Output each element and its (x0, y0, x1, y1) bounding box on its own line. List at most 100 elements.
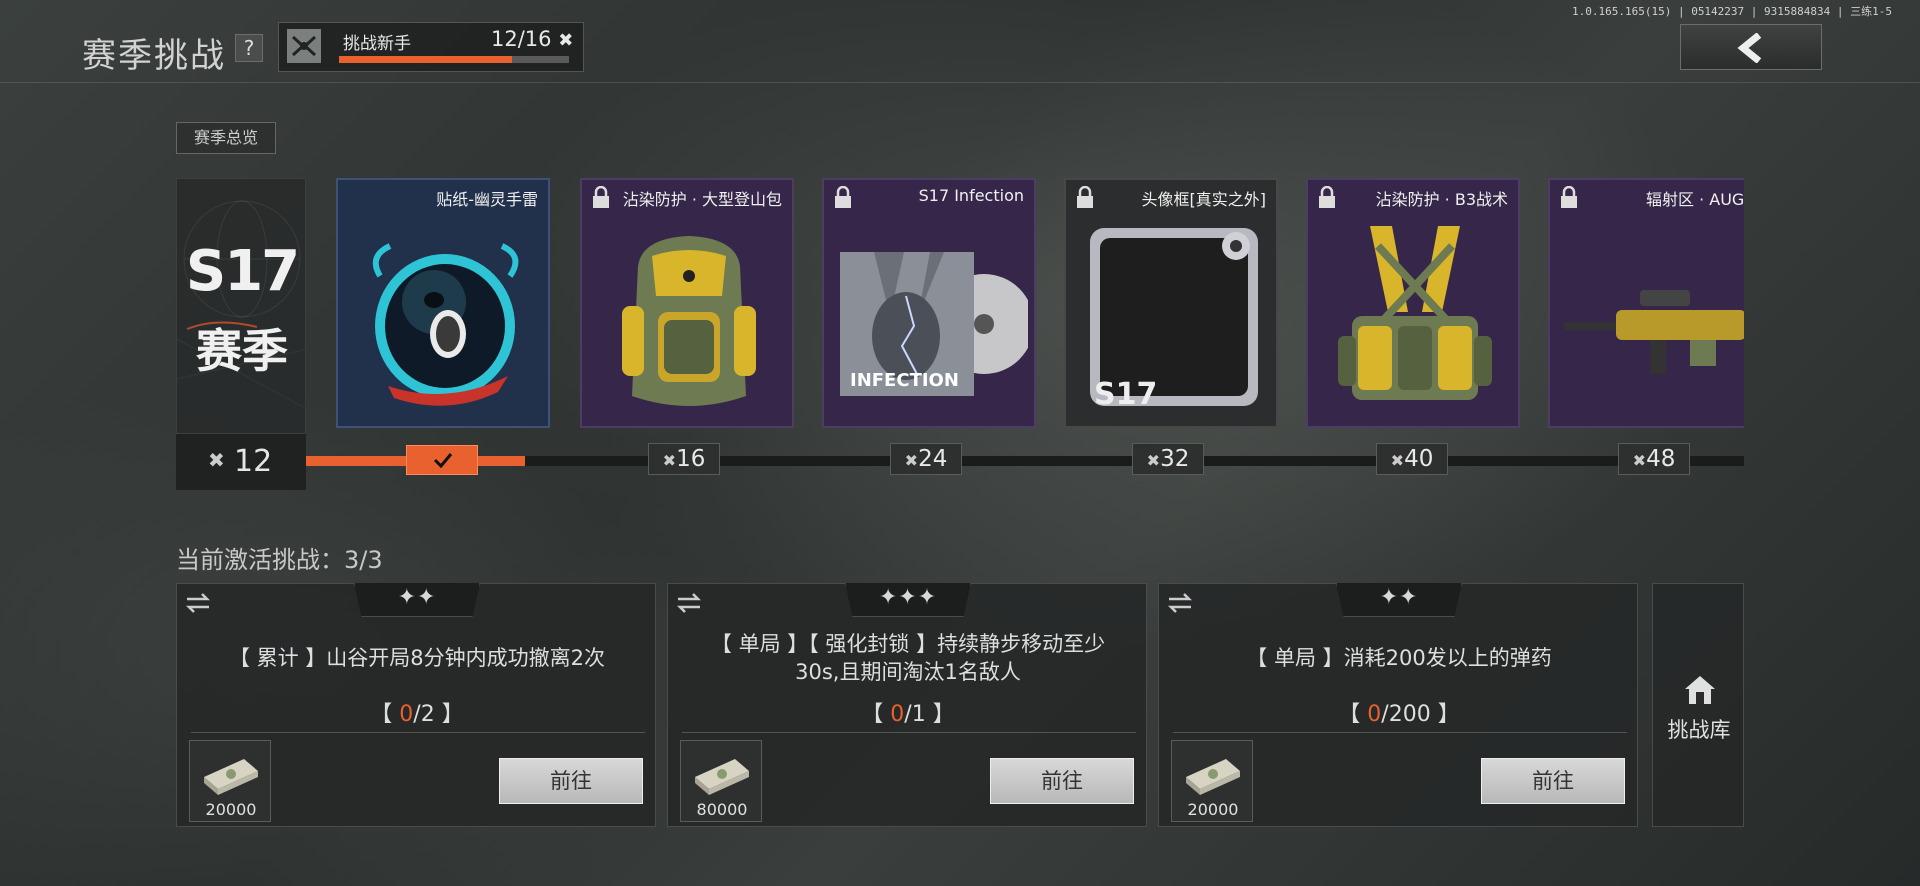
version-text: 1.0.165.165(15) | 05142237 | 9315884834 … (1571, 5, 1892, 18)
card-divider (682, 732, 1136, 733)
progress-rest: /200 】 (1381, 702, 1460, 727)
star-mark-icon: ✖ (662, 451, 677, 470)
header-divider (0, 82, 1920, 83)
go-button[interactable]: 前往 (990, 758, 1134, 804)
lock-icon (835, 186, 851, 208)
rank-progress-bar (339, 56, 569, 63)
card-divider (1173, 732, 1627, 733)
difficulty-stars: ✦✦ (354, 583, 480, 617)
milestone-value: 24 (918, 446, 948, 472)
reward-card-aug[interactable]: 辐射区 · AUG (1548, 178, 1744, 428)
swap-icon[interactable] (185, 592, 211, 614)
milestone-value: 32 (1160, 446, 1190, 472)
go-button[interactable]: 前往 (1481, 758, 1625, 804)
season-overview-tab[interactable]: 赛季总览 (176, 122, 276, 154)
infection-album-icon: INFECTION (840, 252, 1028, 396)
milestone-16: ✖16 (648, 443, 720, 475)
reward-name: 辐射区 · AUG (1646, 190, 1744, 209)
rank-progress-panel[interactable]: 挑战新手 12/16 ✖ (278, 22, 584, 72)
challenge-card: ✦✦ 【 累计 】山谷开局8分钟内成功撤离2次 【 0/2 】 20000 前往 (176, 583, 656, 827)
rank-badge-icon (287, 29, 321, 63)
home-icon (1685, 676, 1715, 704)
backpack-icon (622, 236, 756, 406)
season-count-value: 12 (234, 444, 273, 479)
challenge-description: 【 单局 】【 强化封锁 】持续静步移动至少30s,且期间淘汰1名敌人 (710, 632, 1106, 684)
challenge-description: 【 单局 】消耗200发以上的弹药 (1246, 646, 1552, 670)
progress-current: 0 (399, 702, 414, 727)
progress-open: 【 (1338, 702, 1368, 727)
back-button[interactable] (1680, 24, 1822, 70)
checkmark-icon (433, 453, 453, 468)
swap-icon[interactable] (676, 592, 702, 614)
star-mark-icon: ✖ (558, 30, 574, 51)
season-panel: S17 赛季 (176, 178, 306, 434)
milestone-32: ✖32 (1132, 443, 1204, 475)
reward-name: 沾染防护 · B3战术 (1375, 190, 1508, 209)
progress-current: 0 (890, 702, 905, 727)
cash-reward: 20000 (189, 740, 271, 822)
reward-progress-track (306, 456, 1744, 466)
cash-amount: 20000 (1187, 800, 1239, 819)
milestone-48: ✖48 (1618, 443, 1690, 475)
reward-name: 贴纸-幽灵手雷 (436, 190, 538, 209)
star-mark-icon: ✖ (208, 448, 225, 472)
reward-card-sticker[interactable]: 贴纸-幽灵手雷 (336, 178, 550, 428)
cash-reward: 20000 (1171, 740, 1253, 822)
milestone-24: ✖24 (890, 443, 962, 475)
go-button[interactable]: 前往 (499, 758, 643, 804)
difficulty-stars: ✦✦ (1336, 583, 1462, 617)
reward-name: 沾染防护 · 大型登山包 (622, 190, 782, 209)
rank-name: 挑战新手 (343, 34, 411, 54)
star-mark-icon: ✖ (1390, 451, 1405, 470)
progress-open: 【 (370, 702, 400, 727)
challenge-library-label: 挑战库 (1667, 718, 1731, 742)
lock-icon (1077, 186, 1093, 208)
active-challenges-label: 当前激活挑战：3/3 (176, 546, 383, 574)
challenge-card: ✦✦ 【 单局 】消耗200发以上的弹药 【 0/200 】 20000 前往 (1158, 583, 1638, 827)
challenge-description: 【 累计 】山谷开局8分钟内成功撤离2次 (228, 646, 606, 670)
season-code: S17 (185, 239, 300, 304)
help-button[interactable]: ? (235, 34, 263, 62)
lock-icon (1561, 186, 1577, 208)
cash-amount: 80000 (696, 800, 748, 819)
card-divider (191, 732, 645, 733)
reward-card-avatar-frame[interactable]: 头像框[真实之外] S17 (1064, 178, 1278, 428)
cash-stack-icon (695, 759, 749, 795)
difficulty-stars: ✦✦✦ (845, 583, 971, 617)
reward-card-tactical-vest[interactable]: 沾染防护 · B3战术 (1306, 178, 1520, 428)
rank-progress-value: 12/16 (491, 27, 552, 51)
challenge-progress: 【 0/200 】 (1159, 696, 1639, 728)
rank-progress-text: 12/16 ✖ (491, 27, 573, 51)
milestone-claimed[interactable] (406, 445, 478, 475)
progress-rest: /1 】 (904, 702, 955, 727)
star-mark-icon: ✖ (1632, 451, 1647, 470)
avatar-frame-icon: S17 (1090, 228, 1258, 412)
challenge-card: ✦✦✦ 【 单局 】【 强化封锁 】持续静步移动至少30s,且期间淘汰1名敌人 … (667, 583, 1147, 827)
challenge-progress: 【 0/2 】 (177, 696, 657, 728)
cash-reward: 80000 (680, 740, 762, 822)
cash-stack-icon (1186, 759, 1240, 795)
reward-name: S17 Infection (918, 186, 1024, 205)
milestone-value: 48 (1646, 446, 1676, 472)
progress-current: 0 (1367, 702, 1382, 727)
reward-name: 头像框[真实之外] (1141, 190, 1267, 209)
cash-stack-icon (204, 759, 258, 795)
rank-progress-fill (339, 56, 512, 63)
season-label: 赛季 (196, 324, 288, 378)
progress-open: 【 (861, 702, 891, 727)
challenge-library-button[interactable]: 挑战库 (1652, 583, 1744, 827)
cash-amount: 20000 (205, 800, 257, 819)
milestone-40: ✖40 (1376, 443, 1448, 475)
back-arrow-icon (1737, 33, 1762, 63)
ghost-grenade-sticker-icon (372, 243, 519, 406)
reward-card-clip: 辐射区 · AUG (1548, 178, 1744, 428)
svg-text:INFECTION: INFECTION (850, 370, 959, 391)
challenge-progress: 【 0/1 】 (668, 696, 1148, 728)
swap-icon[interactable] (1167, 592, 1193, 614)
progress-rest: /2 】 (413, 702, 464, 727)
tactical-vest-icon (1338, 226, 1492, 400)
lock-icon (593, 186, 609, 208)
reward-card-infection[interactable]: S17 Infection INFECTION (822, 178, 1036, 428)
lock-icon (1319, 186, 1335, 208)
reward-card-backpack[interactable]: 沾染防护 · 大型登山包 (580, 178, 794, 428)
